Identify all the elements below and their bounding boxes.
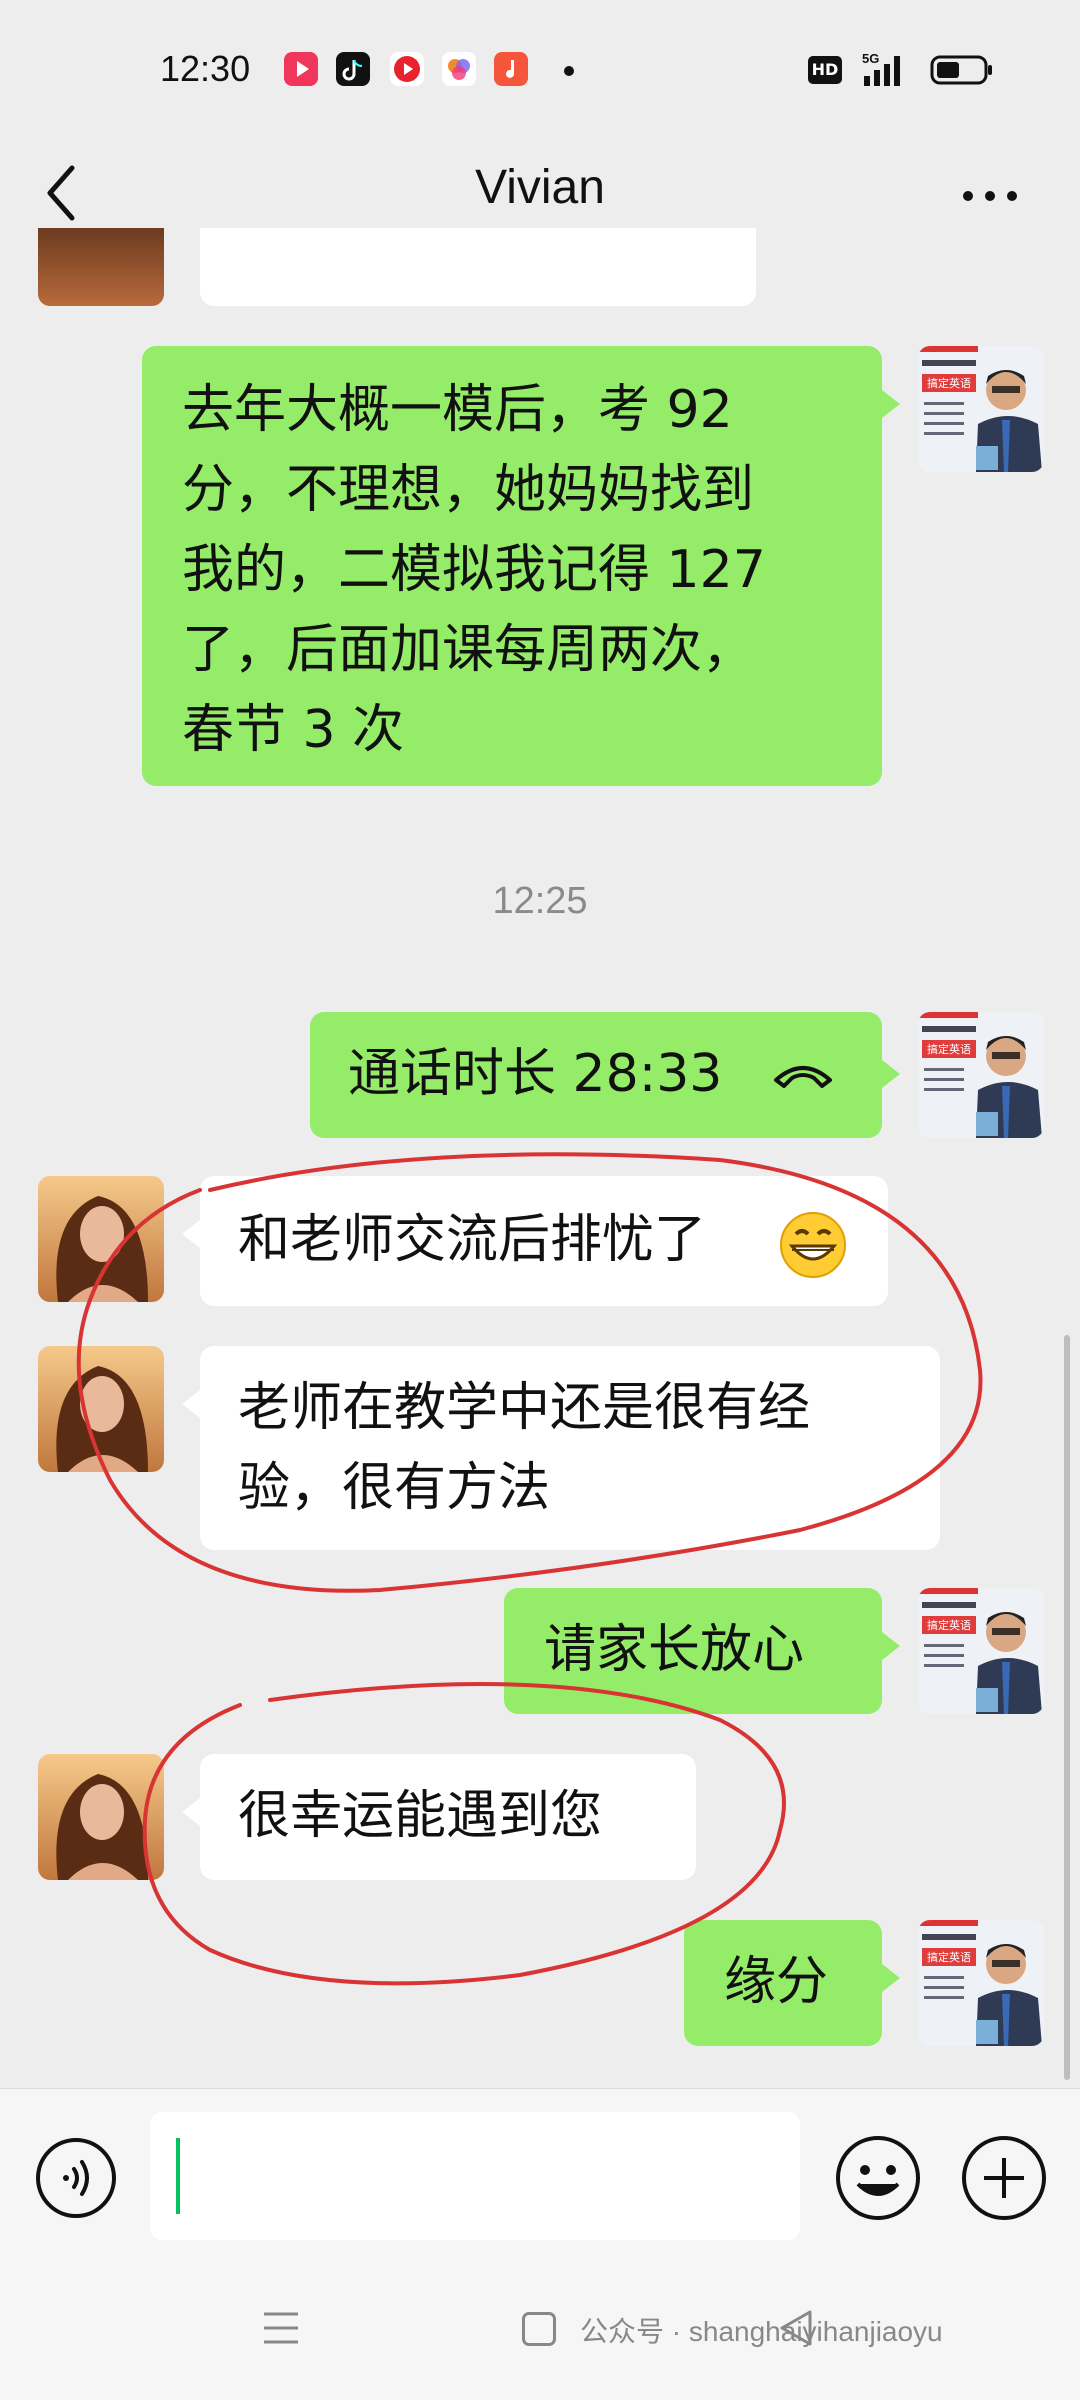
emoji-button[interactable] — [834, 2134, 922, 2222]
annotation-circle-1 — [76, 1152, 983, 1593]
smiley-icon — [836, 2136, 920, 2220]
recent-apps-button[interactable] — [262, 2310, 300, 2346]
chat-scrollbar[interactable] — [1064, 1335, 1070, 2080]
red-annotation-overlay — [76, 1152, 983, 1986]
watermark: 公众号 · shanghaiyihanjiaoyu — [580, 2316, 943, 2347]
menu-icon — [264, 2312, 298, 2344]
home-button[interactable] — [522, 2312, 556, 2346]
voice-input-button[interactable] — [34, 2136, 118, 2220]
annotation-circle-2 — [142, 1682, 786, 1986]
message-input[interactable] — [150, 2112, 800, 2240]
text-caret — [176, 2138, 180, 2214]
voice-icon — [36, 2138, 116, 2218]
more-functions-button[interactable] — [960, 2134, 1048, 2222]
plus-icon — [962, 2136, 1046, 2220]
